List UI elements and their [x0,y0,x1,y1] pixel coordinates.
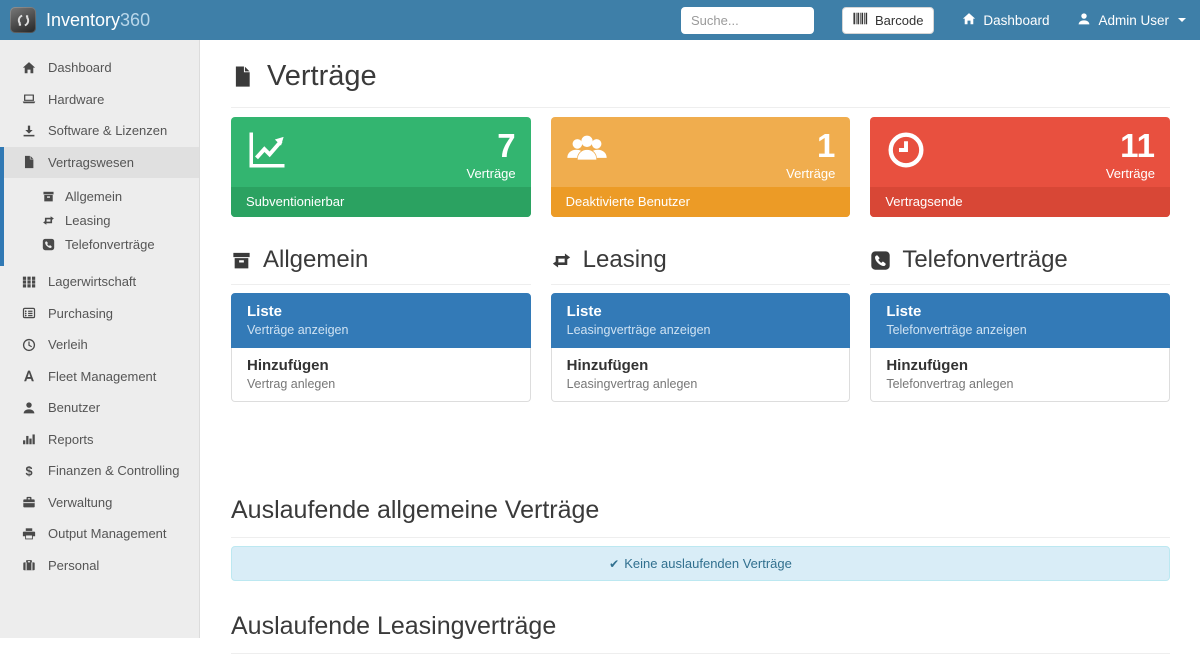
check-icon: ✔ [609,557,619,571]
file-icon [21,155,37,169]
file-icon [231,63,254,90]
section-title: Leasing [551,246,851,274]
clock-icon [885,129,927,171]
list-alt-icon [21,306,37,320]
search-input[interactable] [681,7,814,34]
expiring-general-heading: Auslaufende allgemeine Verträge [231,496,1170,525]
stat-card-subventionierbar[interactable]: 7 Verträge Subventionierbar [231,117,531,217]
retweet-icon [40,214,56,227]
leasingvertraege-liste-link[interactable]: Liste Leasingverträge anzeigen [551,293,851,348]
sidebar-item-benutzer[interactable]: Benutzer [0,392,199,424]
sidebar-item-dashboard[interactable]: Dashboard [0,52,199,84]
telefonvertrag-hinzufuegen-link[interactable]: Hinzufügen Telefonvertrag anlegen [870,348,1170,402]
section-allgemein: Allgemein Liste Verträge anzeigen Hinzuf… [231,243,531,402]
line-chart-icon [246,129,288,171]
section-leasing: Leasing Liste Leasingverträge anzeigen H… [551,243,851,402]
sidebar-item-verleih[interactable]: Verleih [0,329,199,361]
caret-down-icon [1178,18,1186,22]
stat-value: 7 [467,129,516,163]
stat-card-vertragsende[interactable]: 11 Verträge Vertragsende [870,117,1170,217]
main-content: Verträge 7 Verträge Subventionierbar [201,40,1200,654]
list-group: Liste Leasingverträge anzeigen Hinzufüge… [551,293,851,402]
svg-text:$: $ [25,464,32,478]
divider [231,107,1170,108]
expiring-leasing-heading: Auslaufende Leasingverträge [231,612,1170,641]
stat-unit: Verträge [467,166,516,181]
home-icon [21,61,37,75]
suitcase-icon [21,558,37,572]
laptop-icon [21,92,37,106]
stat-card-footer: Subventionierbar [231,187,531,217]
nav-dashboard-link[interactable]: Dashboard [962,12,1049,29]
stat-value: 1 [786,129,835,163]
archive-icon [231,250,252,271]
list-group: Liste Telefonverträge anzeigen Hinzufüge… [870,293,1170,402]
stat-cards-row: 7 Verträge Subventionierbar 1 Verträge D… [231,117,1170,217]
leasingvertrag-hinzufuegen-link[interactable]: Hinzufügen Leasingvertrag anlegen [551,348,851,402]
barcode-button[interactable]: Barcode [842,7,934,34]
sidebar-item-fleet[interactable]: Fleet Management [0,361,199,393]
sidebar: Dashboard Hardware Software & Lizenzen V… [0,40,200,638]
barcode-label: Barcode [875,13,923,28]
vertraege-liste-link[interactable]: Liste Verträge anzeigen [231,293,531,348]
stat-card-footer: Deaktivierte Benutzer [551,187,851,217]
section-telefonvertraege: Telefonverträge Liste Telefonverträge an… [870,243,1170,402]
app-logo-icon [10,7,36,33]
barcode-icon [853,12,869,28]
no-expiring-contracts-alert: ✔Keine auslaufenden Verträge [231,546,1170,581]
sidebar-item-software[interactable]: Software & Lizenzen [0,115,199,147]
home-icon [962,12,976,29]
sidebar-active-group: Vertragswesen Allgemein Leasing Telefonv… [0,147,199,267]
sidebar-item-verwaltung[interactable]: Verwaltung [0,487,199,519]
sidebar-item-output[interactable]: Output Management [0,518,199,550]
divider [870,284,1170,285]
telefonvertraege-liste-link[interactable]: Liste Telefonverträge anzeigen [870,293,1170,348]
stat-value: 11 [1106,129,1155,163]
vertrag-hinzufuegen-link[interactable]: Hinzufügen Vertrag anlegen [231,348,531,402]
sidebar-submenu: Allgemein Leasing Telefonverträge [4,178,199,266]
phone-square-icon [40,238,56,251]
users-icon [566,129,608,171]
stat-card-deaktivierte-benutzer[interactable]: 1 Verträge Deaktivierte Benutzer [551,117,851,217]
sidebar-item-purchasing[interactable]: Purchasing [0,298,199,330]
stat-card-footer: Vertragsende [870,187,1170,217]
sidebar-item-telefonvertraege[interactable]: Telefonverträge [4,232,199,256]
brand[interactable]: Inventory360 [10,7,150,33]
printer-icon [21,527,37,541]
phone-square-icon [870,250,891,271]
sidebar-item-finanzen[interactable]: $ Finanzen & Controlling [0,455,199,487]
sidebar-item-allgemein[interactable]: Allgemein [4,184,199,208]
clock-icon [21,338,37,352]
grid-icon [21,275,37,289]
section-title: Telefonverträge [870,246,1170,274]
stat-unit: Verträge [786,166,835,181]
section-title: Allgemein [231,246,531,274]
divider [551,284,851,285]
sidebar-item-hardware[interactable]: Hardware [0,84,199,116]
list-group: Liste Verträge anzeigen Hinzufügen Vertr… [231,293,531,402]
user-icon [21,401,37,415]
archive-icon [40,190,56,203]
sidebar-item-reports[interactable]: Reports [0,424,199,456]
sections-row: Allgemein Liste Verträge anzeigen Hinzuf… [231,243,1170,402]
bar-chart-icon [21,432,37,446]
top-navbar: Inventory360 Barcode Dashboard Admin Use… [0,0,1200,40]
dollar-icon: $ [21,464,37,478]
sidebar-item-lagerwirtschaft[interactable]: Lagerwirtschaft [0,266,199,298]
briefcase-icon [21,495,37,509]
brand-title: Inventory360 [46,10,150,31]
retweet-icon [551,250,572,271]
divider [231,284,531,285]
letter-a-icon [21,369,37,383]
page-title: Verträge [231,60,1170,93]
expiring-contracts-block: Auslaufende allgemeine Verträge ✔Keine a… [231,496,1170,654]
download-icon [21,124,37,138]
user-menu[interactable]: Admin User [1077,12,1186,29]
sidebar-item-leasing[interactable]: Leasing [4,208,199,232]
stat-unit: Verträge [1106,166,1155,181]
sidebar-item-personal[interactable]: Personal [0,550,199,582]
sidebar-item-vertragswesen[interactable]: Vertragswesen [4,147,199,179]
user-icon [1077,12,1091,29]
divider [231,537,1170,538]
